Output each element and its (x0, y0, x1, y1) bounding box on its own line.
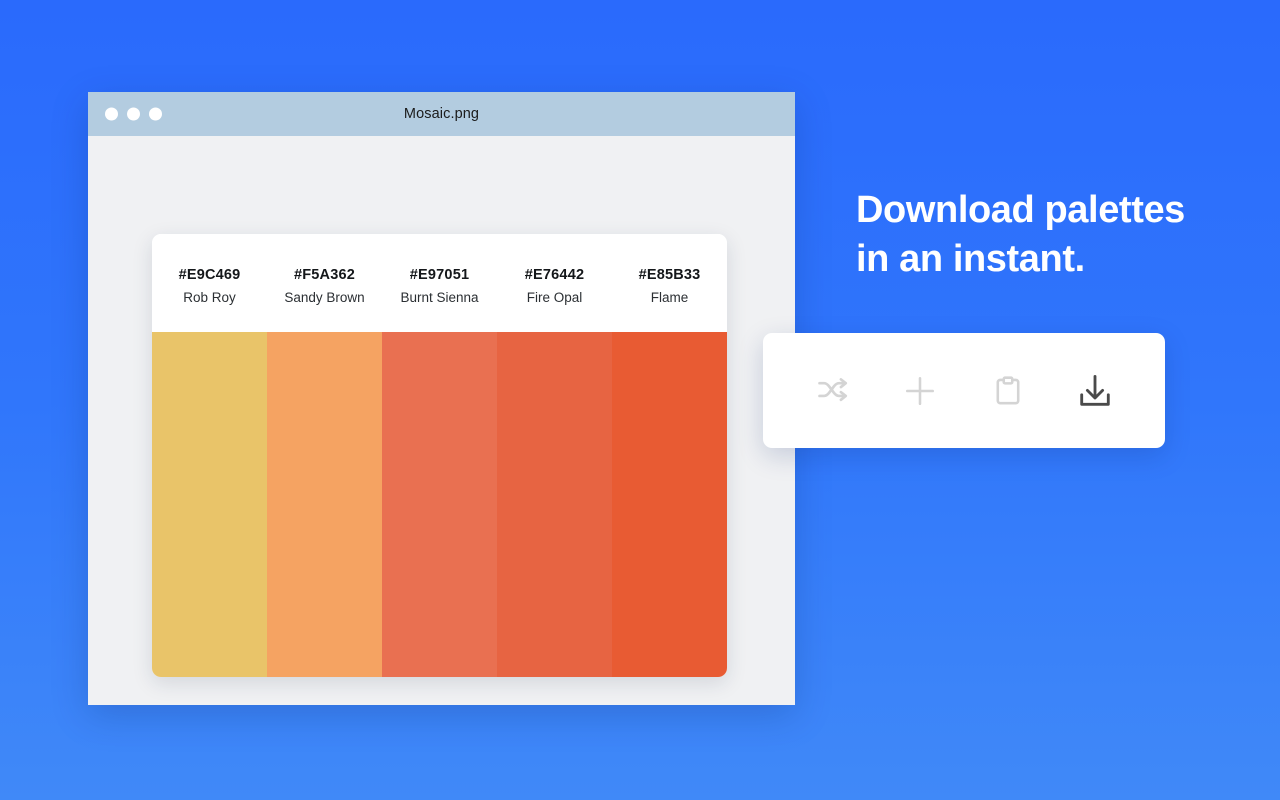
headline-line-2: in an instant. (856, 238, 1085, 281)
palette-label-cell[interactable]: #E76442 Fire Opal (497, 234, 612, 332)
swatch-hex: #F5A362 (293, 267, 356, 284)
palette-card: #E9C469 Rob Roy #F5A362 Sandy Brown #E97… (152, 234, 727, 677)
swatch-name: Fire Opal (526, 290, 583, 305)
swatch-name: Burnt Sienna (400, 290, 479, 305)
swatch-hex: #E9C469 (178, 267, 241, 284)
download-icon (1076, 372, 1114, 410)
palette-label-cell[interactable]: #F5A362 Sandy Brown (267, 234, 382, 332)
close-button[interactable] (105, 107, 118, 121)
plus-icon (902, 373, 938, 409)
color-swatch[interactable] (382, 332, 497, 677)
headline-line-1: Download palettes (856, 189, 1185, 231)
zoom-button[interactable] (149, 107, 162, 121)
color-swatch[interactable] (612, 332, 727, 677)
palette-swatch-row (152, 332, 727, 677)
window-title: Mosaic.png (403, 106, 480, 122)
window-title-bar: Mosaic.png (88, 92, 795, 136)
minimize-button[interactable] (127, 107, 140, 121)
shuffle-button[interactable] (804, 362, 862, 420)
palette-label-cell[interactable]: #E85B33 Flame (612, 234, 727, 332)
traffic-light-group (105, 107, 162, 121)
color-swatch[interactable] (497, 332, 612, 677)
palette-label-row: #E9C469 Rob Roy #F5A362 Sandy Brown #E97… (152, 234, 727, 332)
palette-label-cell[interactable]: #E97051 Burnt Sienna (382, 234, 497, 332)
swatch-hex: #E76442 (524, 267, 585, 284)
add-button[interactable] (891, 362, 949, 420)
clipboard-icon (991, 374, 1025, 408)
action-toolbar (763, 333, 1165, 448)
palette-label-cell[interactable]: #E9C469 Rob Roy (152, 234, 267, 332)
swatch-name: Rob Roy (183, 290, 236, 305)
color-swatch[interactable] (267, 332, 382, 677)
swatch-hex: #E97051 (409, 267, 470, 284)
copy-button[interactable] (979, 362, 1037, 420)
shuffle-icon (816, 374, 850, 408)
window-body: #E9C469 Rob Roy #F5A362 Sandy Brown #E97… (88, 136, 795, 705)
download-button[interactable] (1066, 362, 1124, 420)
color-swatch[interactable] (152, 332, 267, 677)
swatch-name: Flame (650, 290, 689, 305)
page-headline: Download palettes in an instant. (856, 186, 1256, 285)
swatch-hex: #E85B33 (638, 267, 701, 284)
swatch-name: Sandy Brown (284, 290, 365, 305)
app-window: Mosaic.png #E9C469 Rob Roy #F5A362 Sandy… (88, 92, 795, 705)
